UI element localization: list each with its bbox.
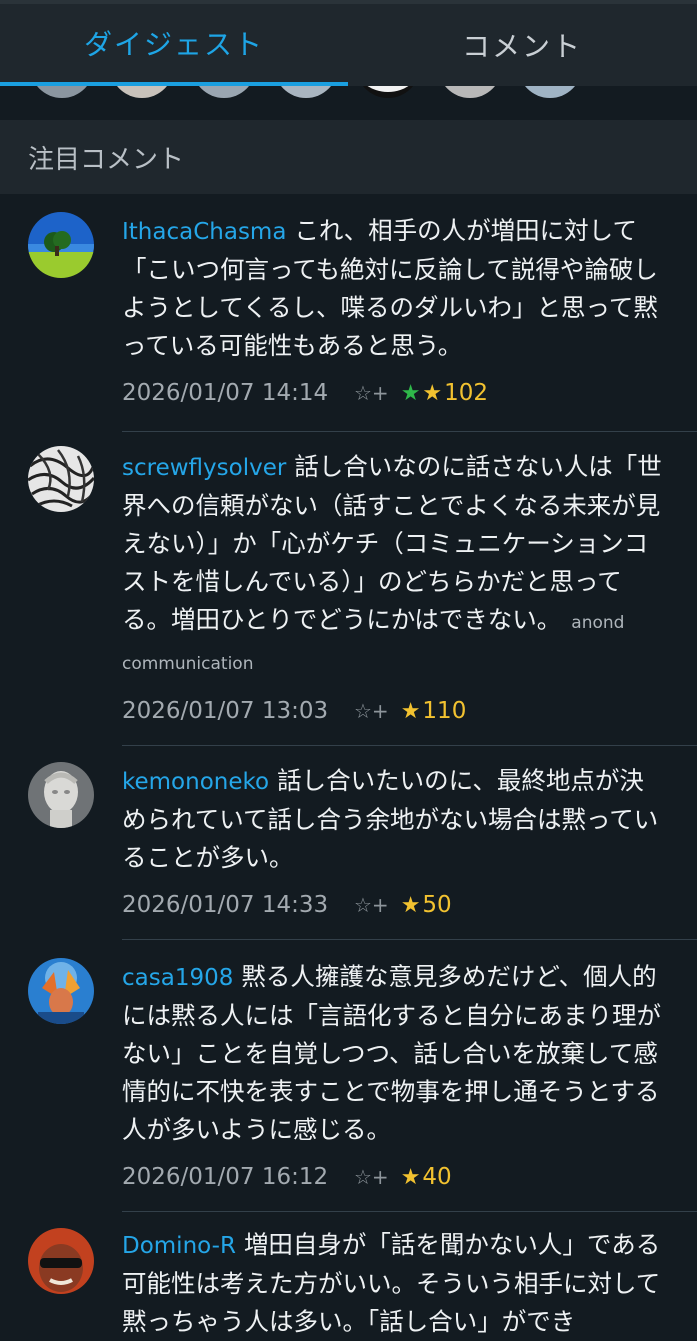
tab-bar: ダイジェスト コメント	[0, 0, 697, 86]
star-count: 40	[422, 1164, 452, 1190]
avatar[interactable]	[28, 212, 94, 278]
avatar[interactable]	[28, 446, 94, 512]
yellow-star-icon: ★	[400, 698, 421, 724]
yellow-star-icon: ★	[400, 892, 421, 918]
comment-username[interactable]: screwflysolver	[122, 455, 286, 481]
add-star-icon[interactable]: ☆+	[354, 1165, 389, 1189]
avatar[interactable]	[28, 958, 94, 1024]
star-count: 102	[444, 380, 489, 406]
yellow-star-icon: ★	[422, 380, 443, 406]
avatar[interactable]	[28, 762, 94, 828]
strip-avatar[interactable]	[30, 86, 94, 98]
add-star-icon[interactable]: ☆+	[354, 381, 389, 405]
comment-item: screwflysolver 話し合いなのに話さない人は「世界への信頼がない（話す…	[0, 432, 697, 731]
comment-item: kemononeko 話し合いたいのに、最終地点が決められていて話し合う余地がない…	[0, 746, 697, 925]
comment-meta: 2026/01/07 13:03 ☆+ ★ 110	[122, 691, 667, 731]
section-header: 注目コメント	[0, 120, 697, 194]
comment-username[interactable]: kemononeko	[122, 769, 269, 795]
yellow-star-icon: ★	[400, 1164, 421, 1190]
add-star-icon[interactable]: ☆+	[354, 893, 389, 917]
strip-avatar[interactable]	[192, 86, 256, 98]
comment-username[interactable]: Domino-R	[122, 1233, 236, 1259]
add-star-icon[interactable]: ☆+	[354, 699, 389, 723]
comment-item: IthacaChasma これ、相手の人が増田に対して「こいつ何言っても絶対に反論…	[0, 194, 697, 413]
comment-meta: 2026/01/07 14:14 ☆+ ★ ★ 102	[122, 373, 667, 413]
tab-digest[interactable]: ダイジェスト	[0, 4, 348, 86]
strip-avatar[interactable]	[274, 86, 338, 98]
tab-comment[interactable]: コメント	[348, 4, 696, 86]
comment-date[interactable]: 2026/01/07 14:14	[122, 380, 354, 406]
avatar-strip	[0, 86, 697, 118]
comment-date[interactable]: 2026/01/07 13:03	[122, 698, 354, 724]
comment-date[interactable]: 2026/01/07 14:33	[122, 892, 354, 918]
comment-username[interactable]: casa1908	[122, 965, 233, 991]
strip-avatar[interactable]	[438, 86, 502, 98]
comment-item: Domino-R 増田自身が「話を聞かない人」である可能性は考えた方がいい。そうい…	[0, 1212, 697, 1341]
comment-meta: 2026/01/07 16:12 ☆+ ★ 40	[122, 1157, 667, 1197]
comment-list: IthacaChasma これ、相手の人が増田に対して「こいつ何言っても絶対に反論…	[0, 194, 697, 1341]
comment-date[interactable]: 2026/01/07 16:12	[122, 1164, 354, 1190]
star-count: 110	[422, 698, 467, 724]
comment-meta: 2026/01/07 14:33 ☆+ ★ 50	[122, 885, 667, 925]
comment-username[interactable]: IthacaChasma	[122, 219, 286, 245]
comment-item: casa1908 黙る人擁護な意見多めだけど、個人的には黙る人には「言語化すると自…	[0, 940, 697, 1197]
star-count: 50	[422, 892, 452, 918]
section-title: 注目コメント	[28, 144, 185, 175]
strip-avatar[interactable]	[356, 86, 420, 98]
avatar[interactable]	[28, 1228, 94, 1294]
strip-avatar[interactable]	[110, 86, 174, 98]
green-star-icon: ★	[400, 380, 421, 406]
strip-avatar[interactable]	[518, 86, 582, 98]
